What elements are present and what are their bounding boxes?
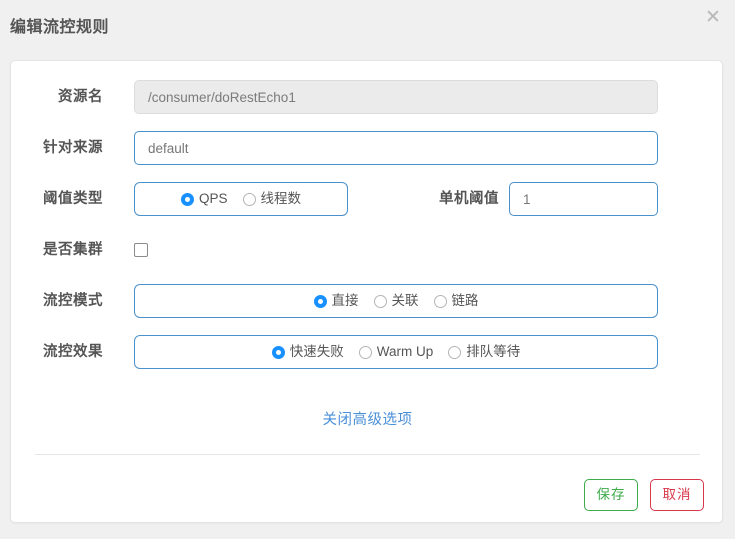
cluster-checkbox[interactable]	[134, 243, 148, 257]
radio-label: QPS	[198, 191, 228, 207]
label-single-threshold: 单机阈值	[439, 191, 499, 207]
cancel-button[interactable]: 取消	[650, 479, 704, 511]
flow-mode-radio-group[interactable]: 直接 关联 链路	[134, 284, 658, 318]
radio-label: 快速失败	[289, 344, 344, 360]
label-flow-effect: 流控效果	[43, 344, 103, 360]
radio-dot-icon	[448, 345, 462, 359]
radio-dot-icon	[242, 192, 256, 206]
radio-label: 线程数	[260, 191, 302, 207]
form-row-origin: 针对来源	[11, 131, 722, 165]
threshold-type-radio-group[interactable]: QPS 线程数	[134, 182, 348, 216]
single-threshold-input[interactable]	[509, 182, 658, 216]
label-resource: 资源名	[58, 89, 103, 105]
radio-label: 排队等待	[466, 344, 521, 360]
origin-input[interactable]	[134, 131, 658, 165]
radio-threshold-qps[interactable]: QPS	[180, 191, 228, 207]
footer-divider	[35, 454, 700, 455]
close-icon[interactable]: ✕	[701, 5, 725, 29]
radio-dot-icon	[358, 345, 372, 359]
radio-flow-mode-direct[interactable]: 直接	[313, 293, 359, 309]
radio-flow-effect-queue[interactable]: 排队等待	[448, 345, 520, 359]
form-row-flow-mode: 流控模式 直接 关联 链路	[11, 284, 722, 318]
form-row-threshold-type: 阈值类型 QPS 线程数 单机阈值	[11, 182, 722, 216]
radio-flow-effect-warm-up[interactable]: Warm Up	[358, 344, 434, 360]
radio-dot-icon	[180, 192, 194, 206]
radio-label: 关联	[391, 293, 419, 309]
edit-rule-card: 资源名 针对来源 阈值类型 QPS 线程数 单机阈值	[10, 60, 723, 523]
label-origin: 针对来源	[43, 140, 103, 156]
form-row-flow-effect: 流控效果 快速失败 Warm Up 排队等待	[11, 335, 722, 369]
radio-dot-icon	[313, 294, 327, 308]
form-row-resource: 资源名	[11, 80, 722, 114]
radio-dot-icon	[271, 345, 285, 359]
form-row-cluster: 是否集群	[11, 233, 722, 267]
toggle-advanced-options-link[interactable]: 关闭高级选项	[11, 408, 724, 429]
radio-label: Warm Up	[376, 344, 434, 360]
radio-dot-icon	[433, 294, 447, 308]
radio-dot-icon	[373, 294, 387, 308]
save-button[interactable]: 保存	[584, 479, 638, 511]
dialog-title: 编辑流控规则	[10, 19, 110, 36]
radio-flow-effect-fail-fast[interactable]: 快速失败	[271, 344, 344, 360]
radio-label: 链路	[451, 293, 479, 309]
radio-flow-mode-chain[interactable]: 链路	[433, 293, 479, 309]
dialog-header: 编辑流控规则 ✕	[0, 0, 735, 50]
radio-flow-mode-associated[interactable]: 关联	[373, 293, 419, 309]
resource-name-input[interactable]	[134, 80, 658, 114]
label-cluster: 是否集群	[43, 242, 103, 258]
radio-label: 直接	[331, 293, 359, 309]
dialog-footer: 保存 取消	[11, 471, 724, 521]
label-flow-mode: 流控模式	[43, 293, 103, 309]
radio-threshold-threads[interactable]: 线程数	[242, 191, 302, 207]
flow-effect-radio-group[interactable]: 快速失败 Warm Up 排队等待	[134, 335, 658, 369]
label-threshold-type: 阈值类型	[43, 191, 103, 207]
